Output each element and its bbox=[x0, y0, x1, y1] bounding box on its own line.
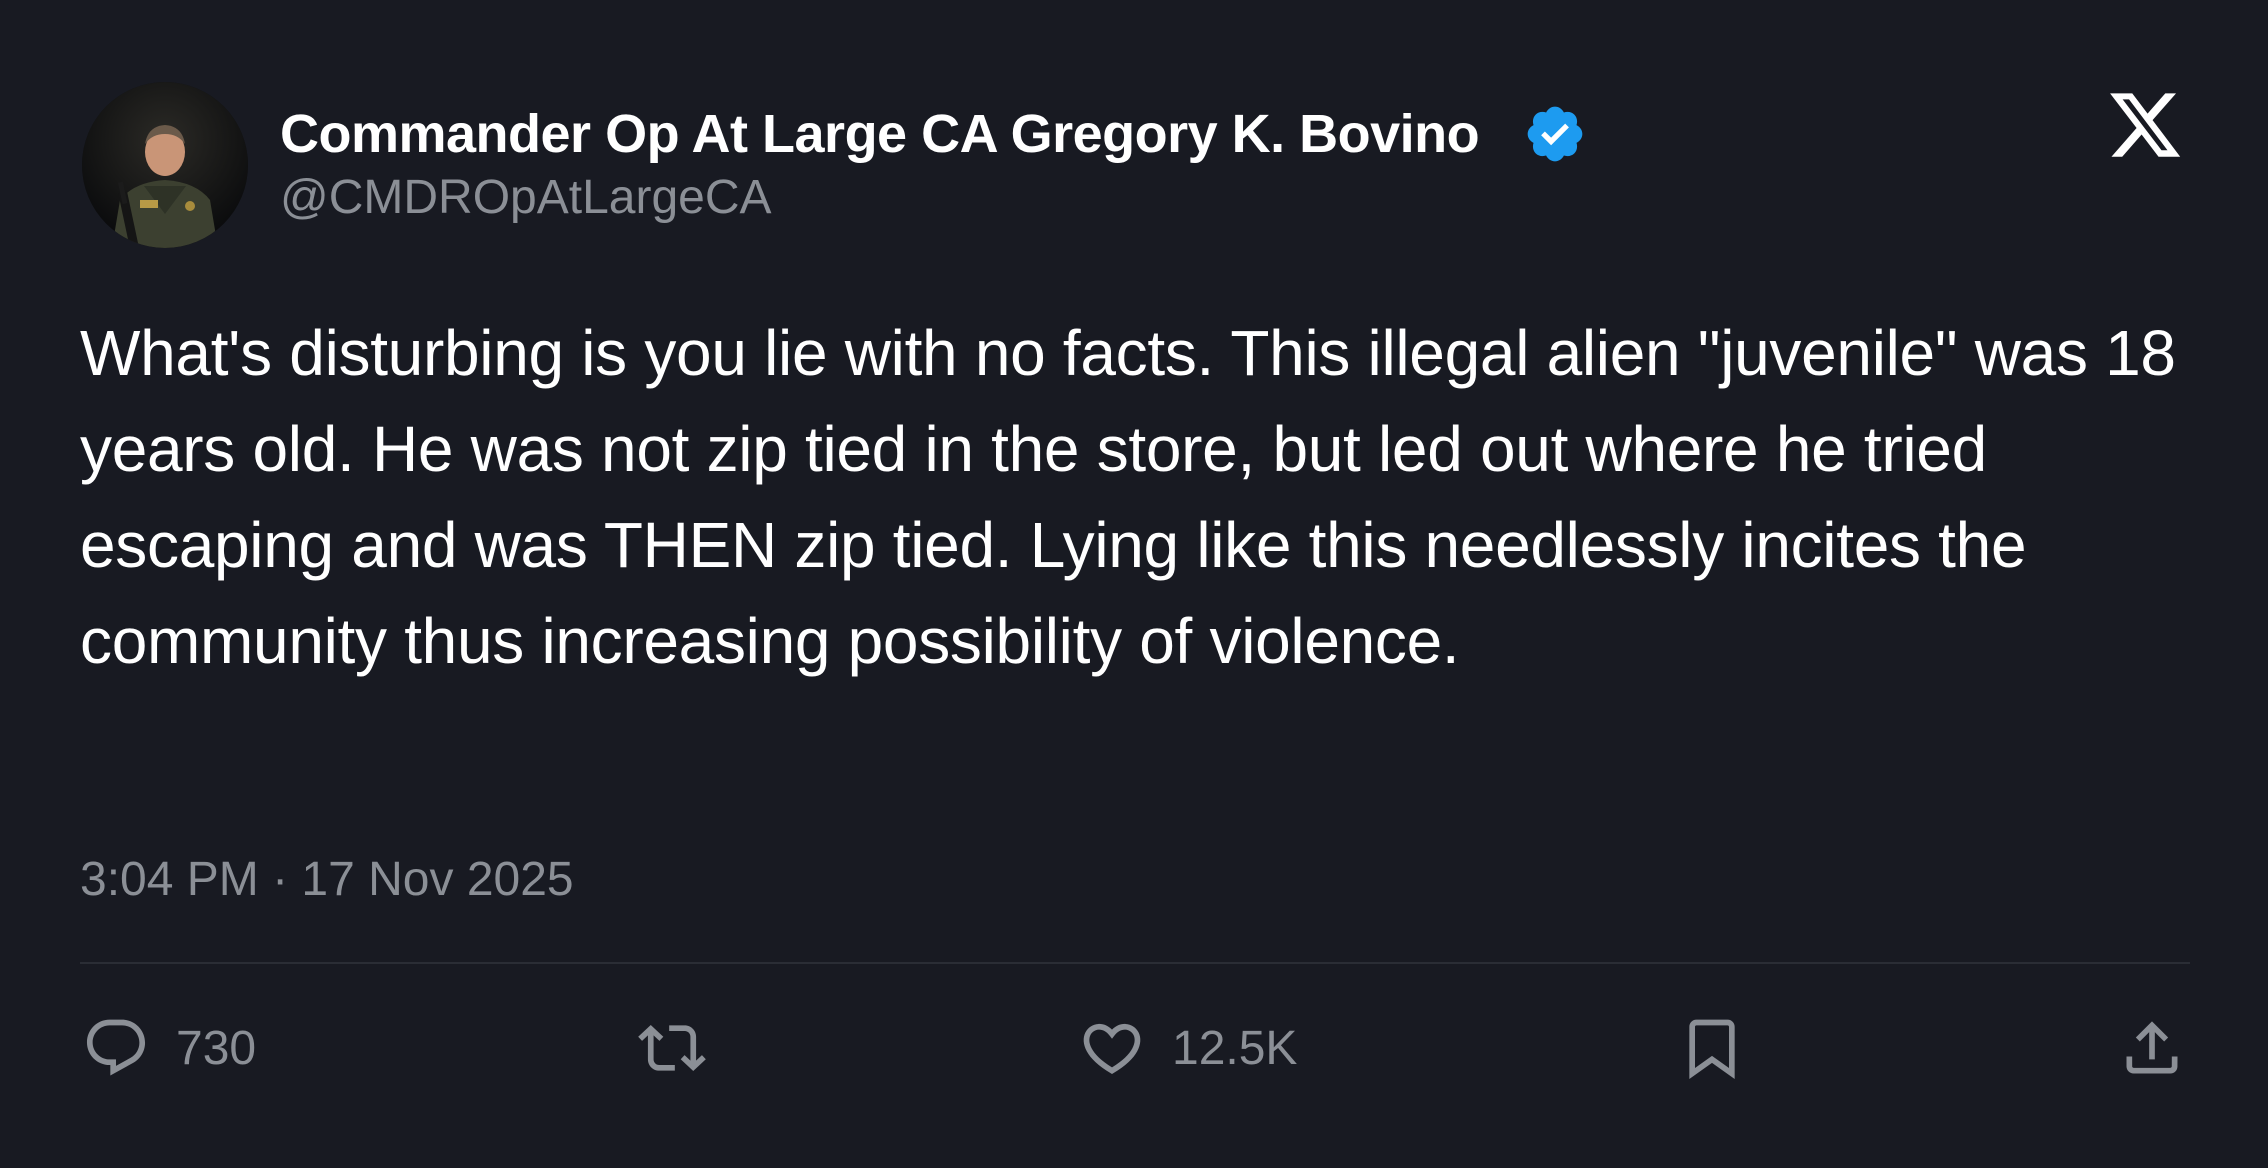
retweet-button[interactable] bbox=[638, 1012, 706, 1084]
avatar[interactable] bbox=[82, 82, 248, 248]
bookmark-button[interactable] bbox=[1678, 1012, 1746, 1084]
author-handle[interactable]: @CMDROpAtLargeCA bbox=[280, 170, 772, 225]
share-button[interactable] bbox=[2118, 1012, 2186, 1084]
divider bbox=[80, 962, 2190, 964]
comment-bubble-icon bbox=[82, 1014, 150, 1082]
avatar-photo bbox=[82, 82, 248, 248]
share-upload-icon bbox=[2118, 1014, 2186, 1082]
like-button[interactable]: 12.5K bbox=[1078, 1012, 1297, 1084]
verified-badge-icon bbox=[1523, 102, 1587, 166]
tweet-text: What's disturbing is you lie with no fac… bbox=[80, 317, 2176, 677]
bookmark-icon bbox=[1678, 1014, 1746, 1082]
tweet-card: Commander Op At Large CA Gregory K. Bovi… bbox=[0, 0, 2268, 1168]
tweet-timestamp[interactable]: 3:04 PM · 17 Nov 2025 bbox=[80, 852, 574, 907]
author-name-row: Commander Op At Large CA Gregory K. Bovi… bbox=[280, 98, 1587, 170]
heart-icon bbox=[1078, 1014, 1146, 1082]
reply-button[interactable]: 730 bbox=[82, 1012, 256, 1084]
author-display-name[interactable]: Commander Op At Large CA Gregory K. Bovi… bbox=[280, 103, 1480, 165]
x-logo-icon[interactable] bbox=[2104, 86, 2186, 164]
retweet-icon bbox=[638, 1014, 706, 1082]
reply-count: 730 bbox=[176, 1021, 257, 1075]
like-count: 12.5K bbox=[1172, 1021, 1298, 1075]
